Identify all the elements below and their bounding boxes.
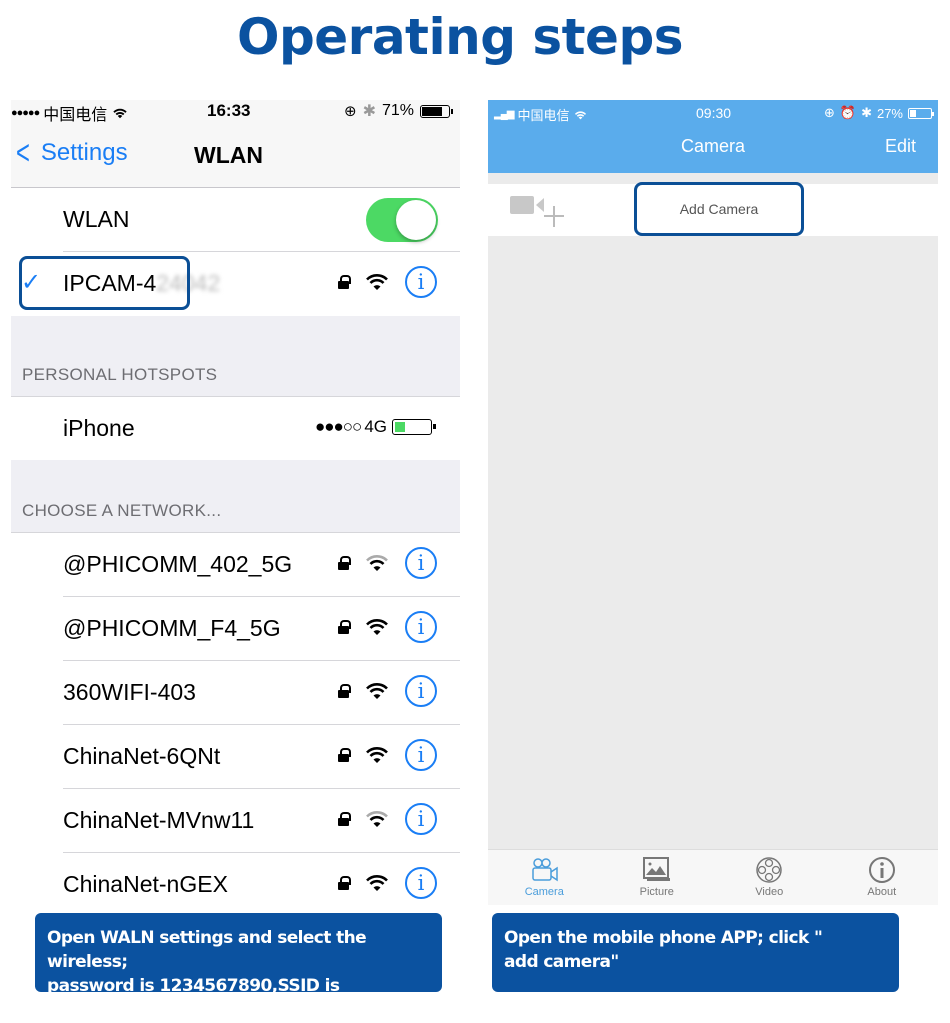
wlan-settings-screen: ●●●●● 中国电信 16:33 ⊕ ✱ 71% < Settings WLAN… [11, 100, 460, 910]
nav-title: WLAN [194, 142, 263, 168]
info-button[interactable]: i [405, 547, 437, 579]
wifi-signal-icon [366, 747, 388, 763]
personal-hotspots-header: PERSONAL HOTSPOTS [22, 365, 218, 384]
wifi-icon [575, 110, 587, 119]
rotation-lock-icon: ⊕ [823, 105, 835, 120]
choose-network-header: CHOOSE A NETWORK... [22, 501, 222, 520]
alarm-icon: ⏰ [839, 105, 857, 120]
lock-icon [338, 684, 351, 698]
info-button[interactable]: i [405, 611, 437, 643]
status-bar: ▂▄▆ 中国电信 09:30 ⊕ ⏰ ✱ 27% [488, 103, 938, 123]
network-name: @PHICOMM_F4_5G [63, 615, 281, 641]
edit-button[interactable]: Edit [885, 136, 916, 157]
carrier-label: 中国电信 [517, 108, 570, 123]
tab-label: Camera [524, 886, 564, 898]
lock-icon [338, 812, 351, 826]
battery-percent: 27% [876, 105, 903, 121]
lock-icon [338, 876, 351, 890]
tab-bar: Camera Picture Video About [488, 849, 938, 905]
bluetooth-icon: ✱ [861, 105, 872, 120]
tab-label: Picture [639, 886, 674, 898]
network-name: 360WIFI-403 [63, 679, 196, 705]
caption-step-1: Open WALN settings and select the wirele… [35, 913, 442, 1020]
caption-line: Open WALN settings and select the wirele… [47, 928, 367, 972]
wlan-toggle-row: WLAN [11, 188, 460, 252]
tab-camera[interactable]: Camera [488, 850, 601, 905]
tab-picture[interactable]: Picture [601, 850, 714, 905]
hotspot-name: iPhone [63, 415, 135, 441]
wlan-toggle[interactable] [366, 198, 438, 242]
wifi-signal-icon [366, 683, 388, 699]
hotspot-network-type: 4G [364, 417, 387, 436]
highlight-connected-network [19, 256, 190, 310]
wifi-signal-icon [366, 619, 388, 635]
info-button[interactable]: i [405, 675, 437, 707]
wifi-signal-icon [366, 555, 388, 571]
lock-icon [338, 748, 351, 762]
network-list: @PHICOMM_402_5G i @PHICOMM_F4_5G i 360WIFI-4… [11, 532, 460, 910]
wifi-signal-icon [366, 274, 388, 290]
tab-about[interactable]: About [826, 850, 939, 905]
caption-line: add camera" [504, 952, 619, 972]
tab-label: About [867, 886, 897, 898]
wifi-signal-icon [366, 811, 388, 827]
caption-line: password is 1234567890,SSID is MIFI_XXXX… [47, 976, 340, 1020]
video-reel-icon [756, 857, 782, 883]
chevron-left-icon: < [15, 134, 30, 172]
tab-label: Video [755, 886, 784, 898]
back-settings-button[interactable]: < Settings [13, 134, 128, 172]
info-button[interactable]: i [405, 867, 437, 899]
bluetooth-icon: ✱ [362, 103, 376, 120]
lock-icon [338, 275, 351, 289]
lock-icon [338, 556, 351, 570]
navigation-bar: < Settings WLAN [11, 122, 460, 188]
hotspot-battery-icon [392, 419, 436, 435]
info-button[interactable]: i [405, 739, 437, 771]
rotation-lock-icon: ⊕ [343, 103, 357, 120]
tab-video[interactable]: Video [713, 850, 826, 905]
network-row[interactable]: @PHICOMM_402_5G i [11, 533, 460, 597]
hotspot-signal: ●●●○○ [314, 417, 362, 436]
picture-icon [642, 857, 670, 881]
network-row[interactable]: ChinaNet-6QNt i [11, 725, 460, 789]
hotspot-row[interactable]: iPhone ●●●○○ 4G [11, 396, 460, 460]
status-time: 16:33 [207, 101, 251, 120]
status-bar: ●●●●● 中国电信 16:33 ⊕ ✱ 71% [11, 100, 460, 124]
signal-dots: ●●●●● [11, 107, 40, 119]
wifi-icon [113, 108, 127, 119]
network-row[interactable]: @PHICOMM_F4_5G i [11, 597, 460, 661]
camera-app-screen: ▂▄▆ 中国电信 09:30 ⊕ ⏰ ✱ 27% Camera Edit Add… [488, 100, 938, 905]
status-time: 09:30 [696, 105, 732, 121]
network-row[interactable]: ChinaNet-nGEX i [11, 853, 460, 910]
add-camera-icon [510, 196, 564, 227]
wlan-label: WLAN [63, 206, 130, 232]
caption-line: Open the mobile phone APP; click " [504, 928, 823, 948]
signal-bars-icon: ▂▄▆ [494, 109, 514, 120]
app-title: Camera [680, 136, 746, 156]
caption-step-2: Open the mobile phone APP; click " add c… [492, 913, 899, 992]
back-label: Settings [40, 139, 128, 166]
network-name: @PHICOMM_402_5G [63, 551, 293, 577]
toggle-knob [396, 200, 436, 240]
info-icon [868, 857, 895, 883]
network-name: ChinaNet-6QNt [63, 743, 221, 769]
battery-percent: 71% [381, 102, 414, 119]
camera-icon [532, 858, 558, 882]
battery-icon [420, 104, 453, 118]
page-title: Operating steps [236, 8, 684, 66]
network-row[interactable]: 360WIFI-403 i [11, 661, 460, 725]
network-name: ChinaNet-nGEX [63, 871, 228, 897]
add-camera-button[interactable]: Add Camera [634, 182, 804, 236]
lock-icon [338, 620, 351, 634]
network-row[interactable]: ChinaNet-MVnw11 i [11, 789, 460, 853]
wifi-signal-icon [366, 875, 388, 891]
app-header: ▂▄▆ 中国电信 09:30 ⊕ ⏰ ✱ 27% Camera Edit [488, 100, 938, 173]
battery-icon [908, 107, 934, 119]
info-button[interactable]: i [405, 803, 437, 835]
info-button[interactable]: i [405, 266, 437, 298]
network-name: ChinaNet-MVnw11 [63, 807, 255, 833]
